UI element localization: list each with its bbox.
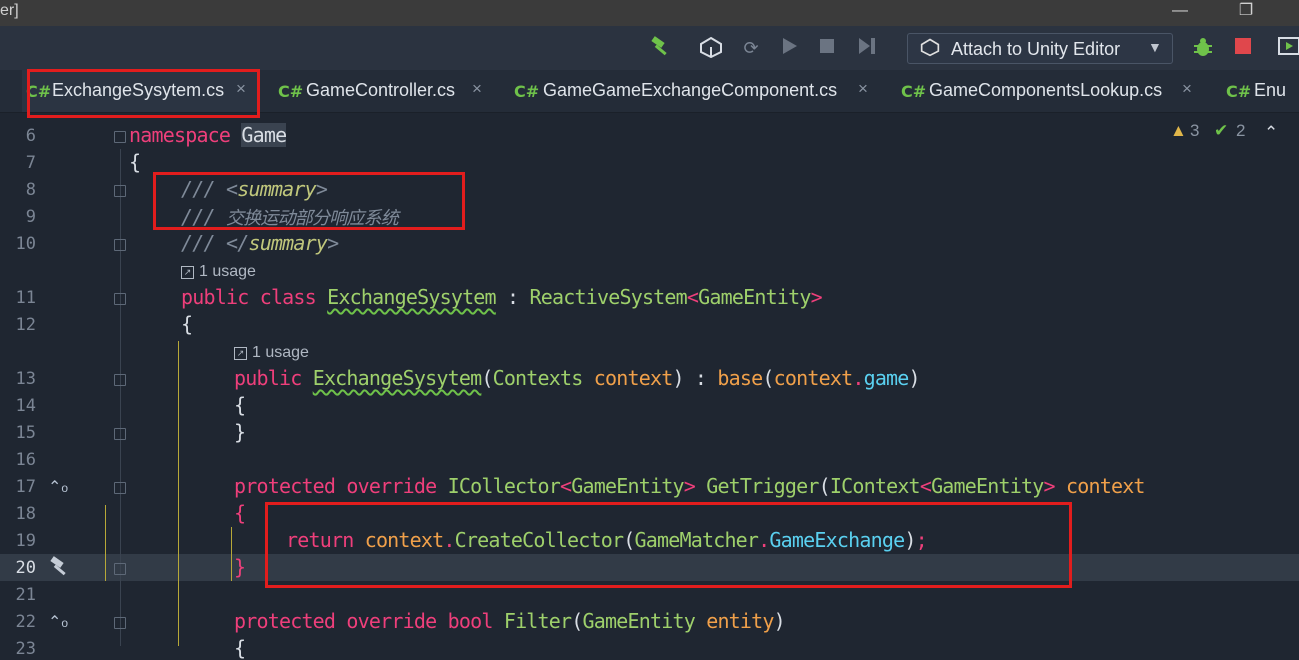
override-icon[interactable]: ⌃o — [48, 612, 68, 632]
tab-gamecomponentslookup[interactable]: C# GameComponentsLookup.cs × — [894, 70, 1210, 112]
chevron-up-icon[interactable]: ⌃ — [1264, 123, 1278, 143]
code-line-18: { — [234, 501, 246, 525]
usage-codelens[interactable]: ↗ 1 usage — [234, 344, 309, 362]
csharp-icon: C# — [278, 82, 304, 101]
indent-guide — [105, 505, 106, 581]
code-line-20: } — [234, 555, 246, 579]
step-icon[interactable] — [854, 36, 880, 60]
warning-count: 3 — [1190, 121, 1200, 140]
line-number: 6 — [25, 126, 36, 146]
line-number: 15 — [15, 423, 36, 443]
line-number: 16 — [15, 450, 36, 470]
line-number: 13 — [15, 369, 36, 389]
line-number: 14 — [15, 396, 36, 416]
tab-label: GameGameExchangeComponent.cs — [543, 80, 838, 100]
override-icon[interactable]: ⌃o — [48, 477, 68, 497]
unity-icon[interactable] — [698, 36, 724, 60]
fold-marker[interactable] — [114, 428, 126, 440]
window-title: er] — [0, 2, 19, 19]
fold-marker[interactable] — [114, 374, 126, 386]
refresh-icon[interactable]: ⟳ — [738, 36, 764, 60]
line-number: 11 — [15, 288, 36, 308]
line-number: 12 — [15, 315, 36, 335]
usage-codelens[interactable]: ↗ 1 usage — [181, 263, 256, 281]
code-line-23: { — [234, 636, 246, 660]
line-number: 21 — [15, 585, 36, 605]
code-line-13: public ExchangeSysytem(Contexts context)… — [234, 366, 921, 390]
tab-label: GameComponentsLookup.cs — [929, 80, 1163, 100]
code-line-10: /// </summary> — [181, 231, 339, 255]
fold-marker[interactable] — [114, 482, 126, 494]
debug-bug-icon[interactable] — [1190, 36, 1216, 60]
check-icon[interactable]: ✔ — [1214, 121, 1228, 141]
code-line-15: } — [234, 420, 246, 444]
toolbar: ⟳ Attach to Unity Editor ▼ — [0, 26, 1299, 70]
maximize-button[interactable]: ❐ — [1226, 0, 1266, 26]
indent-guide — [178, 341, 179, 646]
line-number: 7 — [25, 153, 36, 173]
run-panel-icon[interactable] — [1276, 36, 1299, 60]
tab-gamecontroller[interactable]: C# GameController.cs × — [272, 70, 494, 112]
title-bar: er] — ❐ — [0, 0, 1299, 26]
play-icon[interactable] — [776, 36, 802, 60]
code-line-12: { — [181, 312, 193, 336]
tab-gamegameexchangecomponent[interactable]: C# GameGameExchangeComponent.cs × — [508, 70, 888, 112]
hammer-icon[interactable] — [48, 556, 72, 583]
check-count: 2 — [1236, 121, 1246, 140]
annotation-box-summary — [153, 172, 465, 230]
line-number: 19 — [15, 531, 36, 551]
hammer-icon[interactable] — [648, 36, 674, 60]
line-number: 10 — [15, 234, 36, 254]
fold-marker[interactable] — [114, 293, 126, 305]
unity-icon — [920, 37, 940, 62]
annotation-box-tab — [27, 69, 260, 118]
csharp-icon: C# — [514, 82, 540, 101]
csharp-icon: C# — [901, 82, 927, 101]
tab-label: Enu — [1254, 80, 1287, 100]
indent-guide — [231, 527, 232, 581]
line-number: 17 — [15, 477, 36, 497]
stop-icon[interactable] — [814, 36, 840, 60]
line-number: 20 — [15, 558, 36, 578]
code-line-22: protected override bool Filter(GameEntit… — [234, 609, 786, 633]
fold-marker[interactable] — [114, 239, 126, 251]
chevron-down-icon: ▼ — [1148, 39, 1162, 55]
minimize-button[interactable]: — — [1160, 0, 1200, 26]
code-line-11: public class ExchangeSysytem : ReactiveS… — [181, 285, 823, 309]
fold-marker[interactable] — [114, 617, 126, 629]
code-line-17: protected override ICollector<GameEntity… — [234, 474, 1145, 498]
close-icon[interactable]: × — [1182, 79, 1192, 99]
fold-marker[interactable] — [114, 185, 126, 197]
line-number: 9 — [25, 207, 36, 227]
code-line-7: { — [129, 150, 141, 174]
close-icon[interactable]: × — [472, 79, 482, 99]
close-icon[interactable]: × — [858, 79, 868, 99]
line-number: 22 — [15, 612, 36, 632]
fold-marker[interactable] — [114, 131, 126, 143]
attach-to-unity-dropdown[interactable]: Attach to Unity Editor ▼ — [907, 33, 1173, 64]
attach-label: Attach to Unity Editor — [951, 39, 1121, 59]
tab-label: GameController.cs — [306, 80, 456, 100]
tab-enu[interactable]: C# Enu — [1220, 70, 1299, 112]
code-line-6: namespace Game — [129, 123, 287, 147]
annotation-box-return — [265, 502, 1072, 588]
line-number: 8 — [25, 180, 36, 200]
fold-marker[interactable] — [114, 563, 126, 575]
line-number: 23 — [15, 639, 36, 659]
stop-debug-icon[interactable] — [1230, 36, 1256, 60]
line-number: 18 — [15, 504, 36, 524]
code-line-14: { — [234, 393, 246, 417]
csharp-icon: C# — [1226, 82, 1252, 101]
warning-icon[interactable]: ▲ — [1170, 121, 1187, 141]
